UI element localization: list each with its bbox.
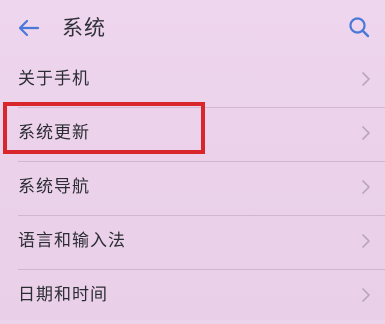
chevron-right-icon — [362, 72, 370, 86]
chevron-right-icon — [362, 126, 370, 140]
settings-screen: 系统 关于手机 系统更新 系统导航 语言和输入法 日期和时间 — [0, 0, 385, 320]
page-title: 系统 — [62, 16, 106, 40]
list-item-label: 系统导航 — [18, 177, 90, 197]
list-item-label: 关于手机 — [18, 69, 90, 89]
app-header: 系统 — [0, 0, 385, 54]
list-item-label: 系统更新 — [18, 123, 90, 143]
arrow-left-icon — [18, 19, 40, 37]
settings-list: 关于手机 系统更新 系统导航 语言和输入法 日期和时间 — [0, 54, 385, 324]
chevron-right-icon — [362, 288, 370, 302]
chevron-right-icon — [362, 180, 370, 194]
chevron-right-icon — [362, 234, 370, 248]
list-item-about-phone[interactable]: 关于手机 — [0, 54, 385, 108]
list-item-system-navigation[interactable]: 系统导航 — [0, 162, 385, 216]
search-button[interactable] — [343, 11, 375, 43]
list-item-date-time[interactable]: 日期和时间 — [0, 270, 385, 324]
list-item-language-input[interactable]: 语言和输入法 — [0, 216, 385, 270]
list-item-label: 语言和输入法 — [18, 231, 126, 251]
back-button[interactable] — [12, 12, 44, 44]
list-item-system-update[interactable]: 系统更新 — [0, 108, 385, 162]
list-item-label: 日期和时间 — [18, 285, 108, 305]
search-icon — [349, 17, 370, 38]
